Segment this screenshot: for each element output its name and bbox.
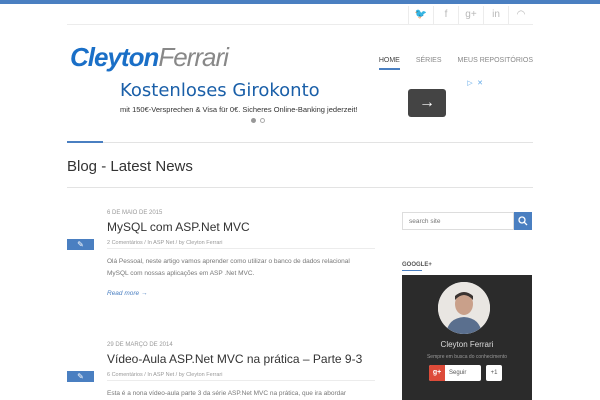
nav-repositories[interactable]: MEUS REPOSITÓRIOS [458,57,533,70]
gplus-tagline: Sempre em busca do conhecimento [426,354,508,360]
post-excerpt: Olá Pessoal, neste artigo vamos aprender… [107,258,350,277]
post-meta-divider [107,248,375,249]
post-meta: 6 Comentários / In ASP Net / by Cleyton … [107,372,223,378]
nav-series[interactable]: SÉRIES [416,57,442,70]
post-meta-divider [107,380,375,381]
ad-info-icon[interactable]: ▷ [466,80,474,88]
gplus-heading: GOOGLE+ [402,262,432,268]
header-divider [67,142,533,143]
header-divider-accent [67,141,103,143]
ad-close-icon[interactable]: ✕ [476,80,484,88]
gplus-badge: Cleyton Ferrari Sempre em busca do conhe… [402,275,532,400]
read-more-link[interactable]: Read more → [107,290,147,297]
ad-title[interactable]: Kostenloses Girokonto [120,80,320,101]
facebook-icon[interactable]: f [433,6,458,24]
logo-last-name: Ferrari [158,42,229,72]
nav-home[interactable]: HOME [378,57,400,70]
post-title[interactable]: MySQL com ASP.Net MVC [107,220,250,234]
search-box [402,212,532,230]
ad-choices[interactable]: ▷ ✕ [466,80,484,88]
plus-one-count[interactable]: +1 [486,365,502,381]
page-title: Blog - Latest News [67,158,193,175]
twitter-icon[interactable]: 🐦 [408,6,433,24]
post-item: 29 DE MARÇO DE 2014 Vídeo-Aula ASP.Net M… [67,342,375,400]
ad-carousel-dots [251,118,265,123]
title-divider [67,187,533,188]
post-date: 29 DE MARÇO DE 2014 [107,342,173,348]
avatar[interactable] [438,282,490,334]
post-item: 6 DE MAIO DE 2015 MySQL com ASP.Net MVC … [67,210,375,305]
ad-subtitle: mit 150€-Versprechen & Visa für 0€. Sich… [120,105,358,114]
arrow-right-icon[interactable]: → [408,89,446,117]
google-plus-icon: g+ [429,365,445,381]
post-title[interactable]: Vídeo-Aula ASP.Net MVC na prática – Part… [107,352,362,366]
main-nav: HOME SÉRIES MEUS REPOSITÓRIOS [378,57,533,70]
rss-icon[interactable]: ◠ [508,6,533,24]
post-meta: 2 Comentários / In ASP Net / by Cleyton … [107,240,223,246]
social-links: 🐦 f g+ in ◠ [408,6,533,24]
follow-label: Seguir [449,370,467,376]
carousel-dot[interactable] [260,118,265,123]
ad-banner[interactable]: Kostenloses Girokonto mit 150€-Versprech… [108,78,484,124]
site-logo[interactable]: CleytonFerrari [70,42,229,73]
logo-first-name: Cleyton [70,42,159,72]
pencil-icon[interactable]: ✎ [67,371,94,382]
carousel-dot-active[interactable] [251,118,256,123]
follow-button[interactable]: g+ Seguir [429,365,481,381]
gplus-name[interactable]: Cleyton Ferrari [402,340,532,349]
gplus-heading-underline [402,270,422,271]
search-icon[interactable] [514,212,532,230]
search-input[interactable] [402,212,514,230]
post-date: 6 DE MAIO DE 2015 [107,210,163,216]
google-plus-icon[interactable]: g+ [458,6,483,24]
top-bar: 🐦 f g+ in ◠ [67,4,533,25]
pencil-icon[interactable]: ✎ [67,239,94,250]
post-excerpt: Esta é a nona vídeo-aula parte 3 da séri… [107,390,347,397]
linkedin-icon[interactable]: in [483,6,508,24]
